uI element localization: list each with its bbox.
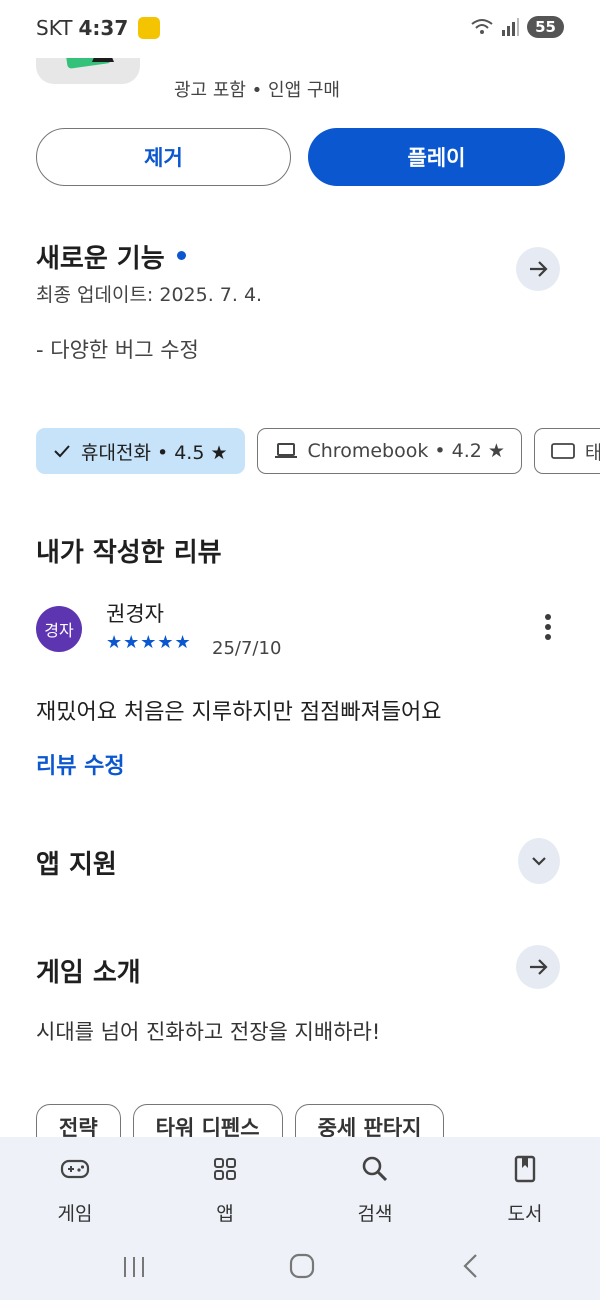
my-review-title: 내가 작성한 리뷰 <box>36 538 222 568</box>
nav-books[interactable]: 도서 <box>475 1151 575 1226</box>
nav-label: 도서 <box>507 1203 543 1225</box>
whats-new-heading: 새로운 기능 <box>36 238 186 275</box>
bottom-navigation: 게임 앱 검색 도서 <box>0 1137 600 1300</box>
clock: 4:37 <box>78 16 129 40</box>
chip-phone[interactable]: 휴대전화 • 4.5 ★ <box>36 428 245 474</box>
arrow-right-icon <box>530 959 548 975</box>
notification-icon <box>138 17 161 39</box>
app-meta: 광고 포함 • 인앱 구매 <box>174 80 340 101</box>
edit-review-link[interactable]: 리뷰 수정 <box>36 748 125 780</box>
new-indicator-dot <box>176 251 186 260</box>
avatar: 경자 <box>36 606 82 652</box>
chip-label: 휴대전화 • 4.5 ★ <box>81 441 228 464</box>
nav-games[interactable]: 게임 <box>25 1151 125 1226</box>
arrow-right-icon <box>530 261 548 277</box>
wifi-icon <box>471 19 493 34</box>
chevron-down-icon <box>532 857 546 866</box>
chip-tablet[interactable]: 태 <box>533 428 600 474</box>
carrier: SKT <box>36 16 73 40</box>
search-icon <box>362 1156 388 1182</box>
review-date: 25/7/10 <box>212 638 282 659</box>
device-chip-row: 휴대전화 • 4.5 ★ Chromebook • 4.2 ★ 태 <box>36 428 600 474</box>
whats-new-title: 새로운 기능 <box>36 244 165 274</box>
chip-label: 태 <box>584 441 600 464</box>
signal-icon <box>502 18 520 36</box>
system-navigation-bar <box>0 1247 600 1287</box>
play-button[interactable]: 플레이 <box>308 128 565 186</box>
last-updated: 최종 업데이트: 2025. 7. 4. <box>36 284 263 306</box>
check-icon <box>54 445 70 458</box>
release-notes: - 다양한 버그 수정 <box>36 338 199 362</box>
recent-apps-icon[interactable] <box>120 1255 148 1279</box>
app-support-title[interactable]: 앱 지원 <box>36 844 117 881</box>
app-support-expand-button[interactable] <box>518 838 560 884</box>
home-icon[interactable] <box>289 1253 315 1279</box>
battery-level: 55 <box>527 16 564 38</box>
gamepad-icon <box>60 1159 90 1179</box>
status-bar: SKT 4:37 55 <box>0 0 600 58</box>
nav-search[interactable]: 검색 <box>325 1151 425 1226</box>
chip-chromebook[interactable]: Chromebook • 4.2 ★ <box>256 428 522 474</box>
nav-label: 검색 <box>357 1203 393 1225</box>
more-options-icon[interactable] <box>538 614 558 644</box>
nav-apps[interactable]: 앱 <box>175 1151 275 1226</box>
review-text: 재밌어요 처음은 지루하지만 점점빠져들어요 <box>36 700 442 725</box>
nav-label: 앱 <box>216 1203 234 1225</box>
star-rating: ★★★★★ <box>106 632 192 653</box>
whats-new-arrow-button[interactable] <box>516 247 560 291</box>
apps-grid-icon <box>214 1158 236 1180</box>
chip-label: Chromebook • 4.2 ★ <box>307 440 505 462</box>
book-icon <box>514 1155 536 1183</box>
game-description: 시대를 넘어 진화하고 전장을 지배하라! <box>36 1020 381 1044</box>
remove-button[interactable]: 제거 <box>36 128 291 186</box>
laptop-icon <box>274 443 297 458</box>
about-game-title: 게임 소개 <box>36 958 141 988</box>
about-game-arrow-button[interactable] <box>516 945 560 989</box>
nav-label: 게임 <box>57 1203 93 1225</box>
reviewer-name: 권경자 <box>106 602 164 626</box>
back-icon[interactable] <box>460 1252 482 1280</box>
tablet-icon <box>551 443 575 459</box>
